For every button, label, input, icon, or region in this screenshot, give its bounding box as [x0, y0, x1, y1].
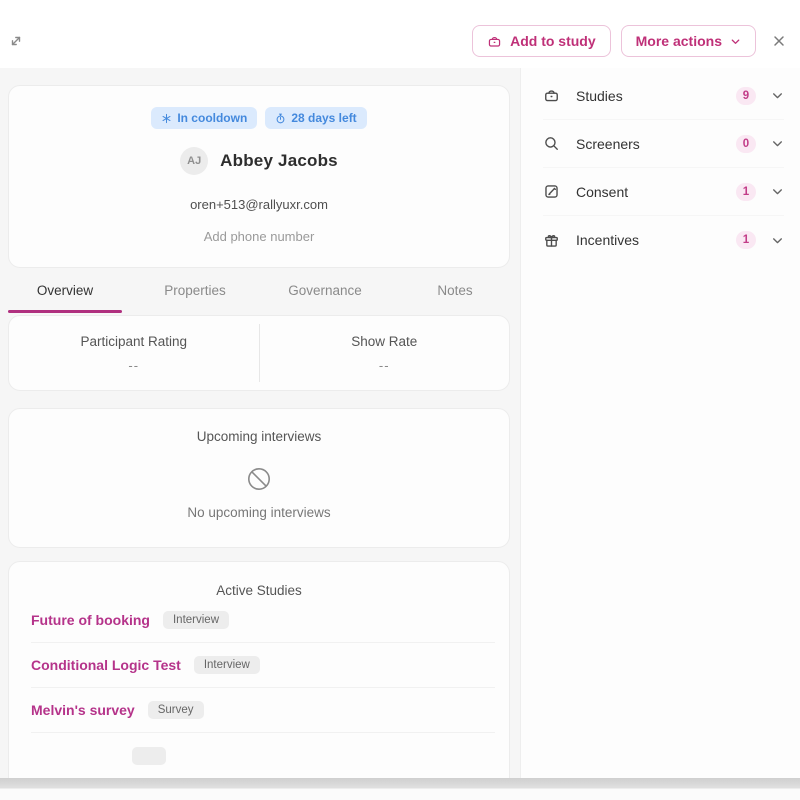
expand-icon[interactable] [8, 33, 24, 49]
participant-email: oren+513@rallyuxr.com [190, 197, 328, 212]
sidebar-item-incentives[interactable]: Incentives 1 [543, 216, 784, 264]
sidebar-item-studies[interactable]: Studies 9 [543, 72, 784, 120]
upcoming-interviews-card: Upcoming interviews No upcoming intervie… [8, 408, 510, 548]
close-icon[interactable] [772, 34, 786, 48]
cooldown-badge-label: In cooldown [177, 111, 248, 125]
sidebar-item-consent[interactable]: Consent 1 [543, 168, 784, 216]
add-phone-number-link[interactable]: Add phone number [204, 229, 315, 244]
show-rate-value: -- [378, 357, 390, 373]
sidebar-label-screeners: Screeners [576, 135, 640, 152]
timer-icon [275, 113, 286, 124]
no-entry-icon [246, 466, 272, 492]
study-link-future-of-booking[interactable]: Future of booking [31, 612, 150, 628]
study-link-conditional-logic-test[interactable]: Conditional Logic Test [31, 657, 181, 673]
chevron-down-icon[interactable] [771, 185, 784, 198]
study-row: Conditional Logic Test Interview [31, 643, 495, 688]
sidebar-label-incentives: Incentives [576, 232, 640, 248]
studies-count-badge: 9 [736, 86, 756, 105]
sidebar-item-screeners[interactable]: Screeners 0 [543, 120, 784, 168]
snowflake-icon [161, 113, 172, 124]
chevron-down-icon[interactable] [771, 234, 784, 247]
cooldown-badge: In cooldown [151, 107, 258, 129]
consent-count-badge: 1 [736, 182, 756, 201]
profile-card: In cooldown 28 days left AJ Abbey Jacobs [8, 85, 510, 268]
study-type-badge: Survey [147, 701, 204, 719]
more-actions-label: More actions [635, 33, 722, 49]
show-rate-stat: Show Rate -- [260, 316, 510, 390]
gift-icon [543, 232, 560, 249]
days-left-badge-label: 28 days left [291, 111, 357, 125]
chevron-down-icon[interactable] [771, 89, 784, 102]
document-pen-icon [543, 183, 560, 200]
participant-rating-value: -- [128, 357, 140, 373]
participant-rating-label: Participant Rating [80, 333, 188, 349]
no-upcoming-interviews-text: No upcoming interviews [187, 505, 331, 520]
active-studies-card: Active Studies Future of booking Intervi… [8, 561, 510, 778]
window-bottom-bar [0, 778, 800, 788]
participant-name: Abbey Jacobs [220, 151, 338, 170]
sidebar-label-studies: Studies [576, 87, 623, 104]
study-link-melvins-survey[interactable]: Melvin's survey [31, 702, 135, 718]
study-row: Future of booking Interview [31, 598, 495, 643]
avatar: AJ [180, 147, 209, 175]
tab-overview[interactable]: Overview [0, 268, 130, 313]
study-type-badge: Interview [162, 611, 230, 629]
show-rate-label: Show Rate [351, 333, 418, 349]
study-row [119, 733, 495, 778]
tab-governance[interactable]: Governance [260, 268, 390, 313]
more-actions-button[interactable]: More actions [620, 25, 756, 57]
header-bar: Add to study More actions [0, 0, 800, 68]
tab-notes[interactable]: Notes [390, 268, 520, 313]
related-records-sidebar: Studies 9 Screeners 0 Consent 1 Incentiv… [520, 68, 800, 778]
participant-rating-stat: Participant Rating -- [9, 316, 259, 390]
study-type-badge [132, 746, 166, 765]
study-type-badge: Interview [193, 656, 260, 674]
chevron-down-icon [730, 36, 741, 47]
participant-overview-panel: In cooldown 28 days left AJ Abbey Jacobs [0, 68, 520, 778]
active-studies-title: Active Studies [216, 583, 302, 598]
search-icon [543, 135, 560, 152]
study-row: Melvin's survey Survey [31, 688, 495, 733]
chevron-down-icon[interactable] [771, 137, 784, 150]
days-left-badge: 28 days left [265, 107, 367, 129]
add-to-study-label: Add to study [510, 33, 596, 49]
sidebar-label-consent: Consent [576, 183, 629, 200]
tab-bar: Overview Properties Governance Notes [0, 268, 520, 313]
window-bottom-edge [0, 788, 800, 800]
header-actions: Add to study More actions [472, 25, 786, 57]
basket-icon [487, 34, 502, 49]
incentives-count-badge: 1 [736, 231, 756, 249]
participant-detail-panel: Add to study More actions In cooldown 28… [0, 0, 800, 800]
add-to-study-button[interactable]: Add to study [472, 25, 611, 57]
upcoming-interviews-title: Upcoming interviews [196, 429, 322, 444]
screeners-count-badge: 0 [736, 134, 756, 153]
tab-properties[interactable]: Properties [130, 268, 260, 313]
stats-card: Participant Rating -- Show Rate -- [8, 315, 510, 391]
basket-icon [543, 87, 560, 104]
